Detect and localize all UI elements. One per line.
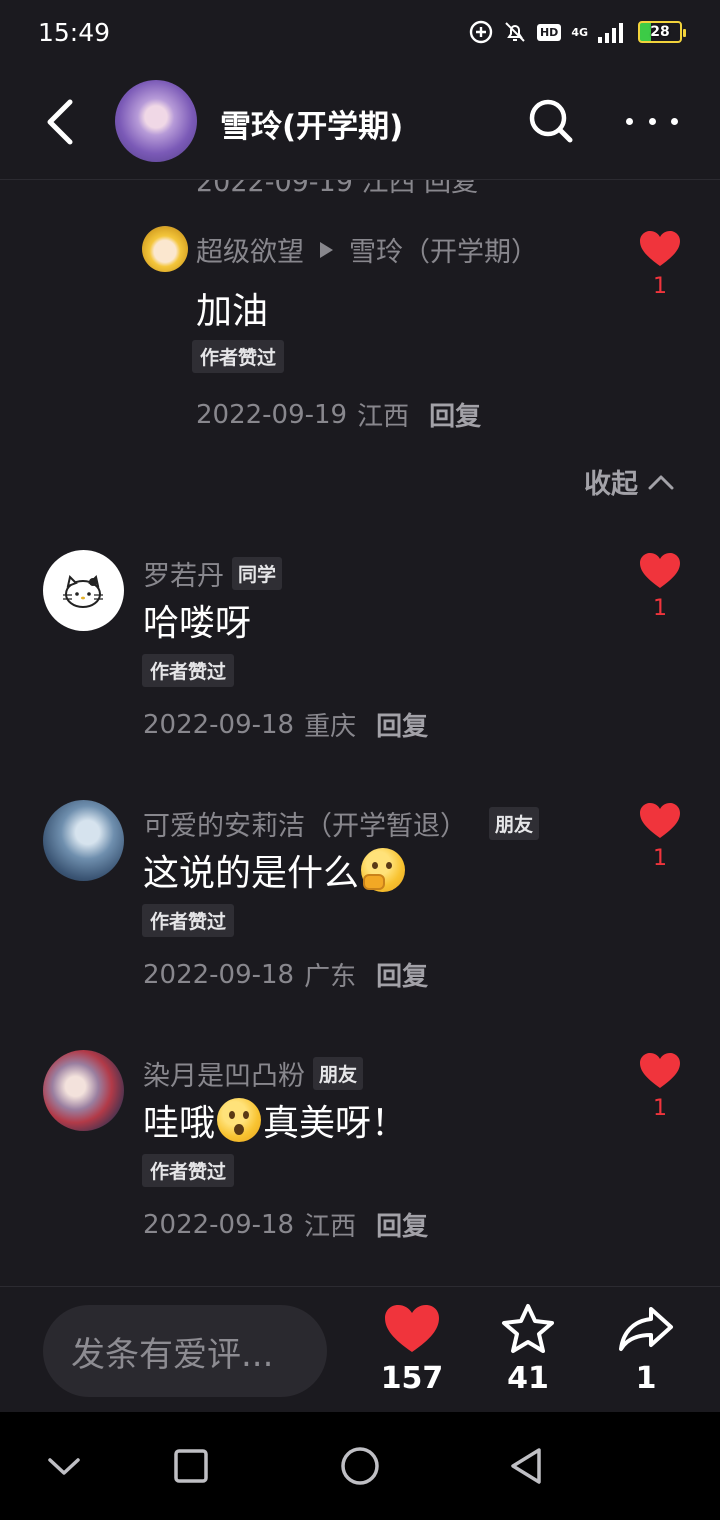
comment-input[interactable]: 发条有爱评...: [43, 1305, 327, 1397]
hd-icon: HD: [536, 23, 562, 41]
heart-icon: [640, 553, 680, 588]
battery-level: 28: [650, 24, 670, 40]
comment-location: 江西: [304, 1212, 357, 1242]
author-liked-badge: 作者赞过: [142, 904, 235, 937]
reply-header: 超级欲望 雪玲（开学期）: [196, 230, 538, 269]
reply-date: 2022-09-19: [196, 399, 348, 430]
reply-location: 江西: [357, 402, 410, 432]
signal-icon: [598, 23, 623, 43]
mute-bell-icon: [505, 22, 525, 42]
share-button[interactable]: 1: [606, 1303, 686, 1396]
like-button[interactable]: 1: [638, 802, 682, 871]
heart-icon: [640, 1053, 680, 1088]
like-post-button[interactable]: 157: [372, 1303, 452, 1396]
comment-text: 哈喽呀: [143, 594, 251, 646]
hello-kitty-avatar-icon: [63, 575, 103, 608]
chevron-down-icon[interactable]: [40, 1442, 88, 1490]
reply-text: 加油: [196, 291, 269, 332]
heart-icon: [640, 231, 680, 266]
relation-badge: 朋友: [313, 1057, 364, 1090]
comment-meta: 2022-09-18 广东 回复: [143, 956, 428, 993]
comment-date: 2022-09-18: [143, 709, 295, 740]
comment-item: 可爱的安莉洁（开学暂退） 朋友 这说的是什么 作者赞过 2022-09-18 广…: [0, 790, 720, 1030]
comment-header: 染月是凹凸粉 朋友: [143, 1054, 364, 1093]
comment-item: 染月是凹凸粉 朋友 哇哦 真美呀！ 作者赞过 2022-09-18 江西 回复 …: [0, 1040, 720, 1280]
favorite-count: 41: [507, 1361, 549, 1396]
comment-text: 这说的是什么: [143, 844, 407, 896]
collapse-label: 收起: [584, 469, 638, 500]
comment-meta: 2022-09-18 重庆 回复: [143, 706, 428, 743]
comment-item: 罗若丹 同学 哈喽呀 作者赞过 2022-09-18 重庆 回复 1: [0, 540, 720, 780]
comment-location: 广东: [304, 962, 357, 992]
comment-header: 罗若丹 同学: [143, 554, 283, 593]
more-dots-icon[interactable]: [626, 112, 678, 130]
chevron-left-icon[interactable]: [40, 96, 80, 148]
thinking-face-emoji: [361, 848, 406, 892]
like-count: 1: [653, 274, 667, 299]
add-circle-icon: [469, 20, 493, 44]
avatar[interactable]: [43, 800, 124, 881]
comment-author[interactable]: 可爱的安莉洁（开学暂退）: [143, 804, 467, 843]
heart-icon: [385, 1305, 439, 1352]
reply-button[interactable]: 回复: [376, 706, 428, 743]
star-icon: [502, 1304, 554, 1353]
surprised-face-emoji: [217, 1098, 262, 1142]
recents-square-icon[interactable]: [167, 1442, 215, 1490]
status-time: 15:49: [38, 17, 111, 47]
bottom-action-bar: 发条有爱评... 157 41 1: [0, 1286, 720, 1412]
share-arrow-icon: [619, 1307, 673, 1351]
collapse-button[interactable]: 收起: [584, 462, 674, 501]
relation-badge: 朋友: [489, 807, 540, 840]
like-count: 157: [380, 1361, 444, 1396]
page-title[interactable]: 雪玲(开学期): [220, 101, 403, 146]
author-liked-badge: 作者赞过: [142, 1154, 235, 1187]
comment-location: 重庆: [304, 712, 357, 742]
comment-meta: 2022-09-18 江西 回复: [143, 1206, 428, 1243]
search-icon[interactable]: [528, 98, 574, 144]
comment-text-part: 这说的是什么: [143, 853, 360, 894]
system-nav-bar: [0, 1412, 720, 1520]
comment-date: 2022-09-18: [143, 959, 295, 990]
reply-button[interactable]: 回复: [429, 396, 481, 433]
network-type: 4G: [571, 25, 588, 39]
reply-author[interactable]: 超级欲望: [196, 230, 304, 269]
comment-date: 2022-09-18: [143, 1209, 295, 1240]
chevron-up-icon: [648, 475, 674, 489]
comment-text: 哇哦 真美呀！: [143, 1094, 407, 1146]
avatar[interactable]: [43, 550, 124, 631]
play-arrow-icon: [320, 241, 333, 258]
avatar[interactable]: [43, 1050, 124, 1131]
comment-text-part: 真美呀！: [263, 1103, 408, 1144]
share-count: 1: [635, 1361, 657, 1396]
like-count: 1: [653, 596, 667, 621]
like-button[interactable]: 1: [638, 1052, 682, 1121]
reply-button[interactable]: 回复: [376, 956, 428, 993]
like-count: 1: [653, 846, 667, 871]
reply-button[interactable]: 回复: [376, 1206, 428, 1243]
reply-meta: 2022-09-19 江西 回复: [196, 396, 481, 433]
home-circle-icon[interactable]: [336, 1442, 384, 1490]
comment-header: 可爱的安莉洁（开学暂退） 朋友: [143, 804, 540, 843]
favorite-button[interactable]: 41: [488, 1303, 568, 1396]
heart-icon: [640, 803, 680, 838]
battery-icon: 28: [638, 21, 686, 43]
like-button[interactable]: 1: [638, 552, 682, 621]
comment-text-part: 哇哦: [143, 1103, 216, 1144]
top-bar: 雪玲(开学期): [0, 64, 720, 180]
like-count: 1: [653, 1096, 667, 1121]
status-icons: HD 4G 28: [469, 20, 686, 44]
back-triangle-icon[interactable]: [503, 1442, 551, 1490]
avatar[interactable]: [115, 80, 197, 162]
author-liked-badge: 作者赞过: [192, 340, 285, 373]
comment-text-part: 哈喽呀: [143, 603, 252, 644]
comment-author[interactable]: 染月是凹凸粉: [143, 1054, 305, 1093]
comment-author[interactable]: 罗若丹: [143, 554, 224, 593]
status-bar: 15:49 HD 4G 28: [0, 0, 720, 64]
reply-to-user[interactable]: 雪玲（开学期）: [349, 230, 538, 269]
like-button[interactable]: 1: [638, 230, 682, 299]
relation-badge: 同学: [232, 557, 283, 590]
avatar[interactable]: [142, 226, 188, 272]
author-liked-badge: 作者赞过: [142, 654, 235, 687]
